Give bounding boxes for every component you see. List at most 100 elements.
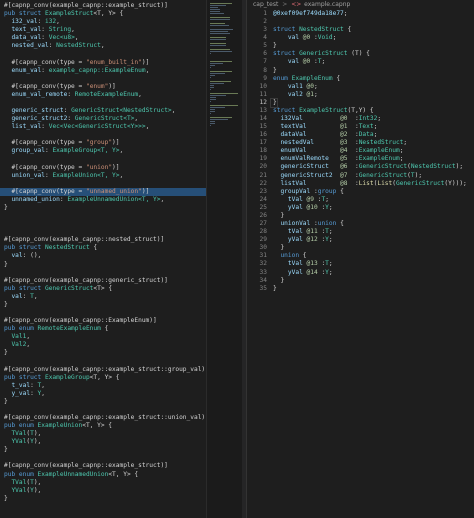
code-line[interactable]: } <box>0 495 206 503</box>
code-line[interactable] <box>0 269 206 277</box>
code-line[interactable]: 18 enumVal @4 :ExampleEnum; <box>247 147 467 155</box>
code-line[interactable]: #[capnp_conv(type = "enum")] <box>0 83 206 91</box>
code-line[interactable] <box>0 357 206 365</box>
code-line[interactable]: 9 enum ExampleEnum { <box>247 75 467 83</box>
code-line[interactable]: 24 tVal @9 :T; <box>247 196 467 204</box>
code-line[interactable]: 30 } <box>247 244 467 252</box>
code-line[interactable]: #[capnp_conv(example_capnp::nested_struc… <box>0 236 206 244</box>
code-line[interactable]: unnamed_union: ExampleUnnamedUnion<T, Y>… <box>0 196 206 204</box>
code-line[interactable]: 28 tVal @11 :T; <box>247 228 467 236</box>
code-line[interactable]: 10 val1 @0; <box>247 83 467 91</box>
rust-code-view[interactable]: #[capnp_conv(example_capnp::example_stru… <box>0 2 206 503</box>
code-line[interactable] <box>0 309 206 317</box>
minimap[interactable] <box>206 0 243 518</box>
code-line[interactable]: #[capnp_conv(example_capnp::example_stru… <box>0 366 206 374</box>
breadcrumb-file[interactable]: example.capnp <box>304 1 350 8</box>
code-line[interactable]: #[capnp_conv(example_capnp::example_stru… <box>0 2 206 10</box>
code-line[interactable]: list_val: Vec<Vec<GenericStruct<Y>>>, <box>0 123 206 131</box>
code-line[interactable]: 15 textVal @1 :Text; <box>247 123 467 131</box>
code-line[interactable]: 11 val2 @1; <box>247 91 467 99</box>
code-line[interactable]: 21 genericStruct2 @7 :GenericStruct(T); <box>247 172 467 180</box>
code-line[interactable]: pub struct GenericStruct<T> { <box>0 285 206 293</box>
code-line[interactable]: 2 <box>247 18 467 26</box>
code-line[interactable]: nested_val: NestedStruct, <box>0 42 206 50</box>
code-line[interactable]: 20 genericStruct @6 :GenericStruct(Neste… <box>247 163 467 171</box>
code-line[interactable]: #[capnp_conv(example_capnp::ExampleEnum)… <box>0 317 206 325</box>
code-line[interactable]: pub struct ExampleStruct<T, Y> { <box>0 10 206 18</box>
code-line[interactable]: i32_val: i32, <box>0 18 206 26</box>
code-line[interactable]: TVal(T), <box>0 430 206 438</box>
code-line[interactable]: 32 tVal @13 :T; <box>247 260 467 268</box>
code-line[interactable]: 23 groupVal :group { <box>247 188 467 196</box>
code-line[interactable] <box>0 155 206 163</box>
code-line[interactable]: 31 union { <box>247 252 467 260</box>
code-line[interactable]: data_val: Vec<u8>, <box>0 34 206 42</box>
code-line[interactable]: } <box>0 349 206 357</box>
code-line[interactable]: 25 yVal @10 :Y; <box>247 204 467 212</box>
left-editor-pane[interactable]: #[capnp_conv(example_capnp::example_stru… <box>0 0 206 518</box>
breadcrumb-folder[interactable]: cap_test <box>253 1 278 8</box>
code-line[interactable]: y_val: Y, <box>0 390 206 398</box>
code-line[interactable]: pub struct ExampleGroup<T, Y> { <box>0 374 206 382</box>
code-line[interactable]: t_val: T, <box>0 382 206 390</box>
code-line[interactable]: pub enum ExampleUnnamedUnion<T, Y> { <box>0 471 206 479</box>
code-line[interactable]: } <box>0 398 206 406</box>
code-line[interactable]: pub struct NestedStruct { <box>0 244 206 252</box>
code-line[interactable]: val: (), <box>0 252 206 260</box>
code-line[interactable]: 33 yVal @14 :Y; <box>247 269 467 277</box>
code-line[interactable]: } <box>0 301 206 309</box>
code-line[interactable]: #[capnp_conv(type = "enum_built_in")] <box>0 59 206 67</box>
code-line[interactable]: enum_val: example_capnp::ExampleEnum, <box>0 67 206 75</box>
code-line[interactable]: val: T, <box>0 293 206 301</box>
code-line[interactable]: 14 i32Val @0 :Int32; <box>247 115 467 123</box>
code-line[interactable]: YVal(Y), <box>0 487 206 495</box>
code-line[interactable]: TVal(T), <box>0 479 206 487</box>
code-line[interactable]: YVal(Y), <box>0 438 206 446</box>
code-line[interactable]: #[capnp_conv(example_capnp::generic_stru… <box>0 277 206 285</box>
code-line[interactable]: #[capnp_conv(example_capnp::example_stru… <box>0 414 206 422</box>
code-line[interactable]: 34 } <box>247 277 467 285</box>
code-line[interactable]: generic_struct: GenericStruct<NestedStru… <box>0 107 206 115</box>
code-line[interactable]: union_val: ExampleUnion<T, Y>, <box>0 172 206 180</box>
code-line[interactable]: enum_val_remote: RemoteExampleEnum, <box>0 91 206 99</box>
code-line[interactable]: 29 yVal @12 :Y; <box>247 236 467 244</box>
right-editor-pane[interactable]: cap_test > <> example.capnp 1 @0xef09ef74… <box>246 0 474 518</box>
capnp-code-view[interactable]: 1 @0xef09ef749da18e77; 2 3 struct NestedStru… <box>247 10 467 293</box>
code-line[interactable]: 27 unionVal :union { <box>247 220 467 228</box>
code-line[interactable]: 6 struct GenericStruct (T) { <box>247 50 467 58</box>
code-line[interactable]: 19 enumValRemote @5 :ExampleEnum; <box>247 155 467 163</box>
code-line[interactable] <box>0 131 206 139</box>
code-line[interactable]: 35} <box>247 285 467 293</box>
code-line[interactable] <box>0 50 206 58</box>
code-line[interactable] <box>0 75 206 83</box>
code-line[interactable]: group_val: ExampleGroup<T, Y>, <box>0 147 206 155</box>
code-line[interactable] <box>0 212 206 220</box>
code-line[interactable]: 22 listVal @8 :List(List(GenericStruct(Y… <box>247 180 467 188</box>
code-line[interactable]: #[capnp_conv(type = "unnamed_union")] <box>0 187 206 196</box>
code-line[interactable]: 26 } <box>247 212 467 220</box>
code-line[interactable]: 13 struct ExampleStruct(T,Y) { <box>247 107 467 115</box>
code-line[interactable]: 5} <box>247 42 467 50</box>
code-line[interactable] <box>0 228 206 236</box>
code-line[interactable]: 3 struct NestedStruct { <box>247 26 467 34</box>
code-line[interactable]: 4 val @0 :Void; <box>247 34 467 42</box>
code-line[interactable] <box>0 99 206 107</box>
code-line[interactable] <box>0 406 206 414</box>
code-line[interactable]: Val2, <box>0 341 206 349</box>
code-line[interactable]: #[capnp_conv(type = "group")] <box>0 139 206 147</box>
code-line[interactable] <box>0 454 206 462</box>
code-line[interactable]: 7 val @0 :T; <box>247 58 467 66</box>
code-line[interactable]: #[capnp_conv(example_capnp::example_stru… <box>0 462 206 470</box>
code-line[interactable]: Val1, <box>0 333 206 341</box>
code-line[interactable]: 16 dataVal @2 :Data; <box>247 131 467 139</box>
code-line[interactable] <box>0 220 206 228</box>
code-line[interactable] <box>0 180 206 188</box>
code-line[interactable]: 1 @0xef09ef749da18e77; <box>247 10 467 18</box>
code-line[interactable]: } <box>0 446 206 454</box>
code-line[interactable]: text_val: String, <box>0 26 206 34</box>
code-line[interactable]: generic_struct2: GenericStruct<T>, <box>0 115 206 123</box>
code-line[interactable]: 8} <box>247 67 467 75</box>
code-line[interactable]: pub enum ExampleUnion<T, Y> { <box>0 422 206 430</box>
code-line[interactable]: 12} <box>247 97 467 108</box>
code-line[interactable]: pub enum RemoteExampleEnum { <box>0 325 206 333</box>
